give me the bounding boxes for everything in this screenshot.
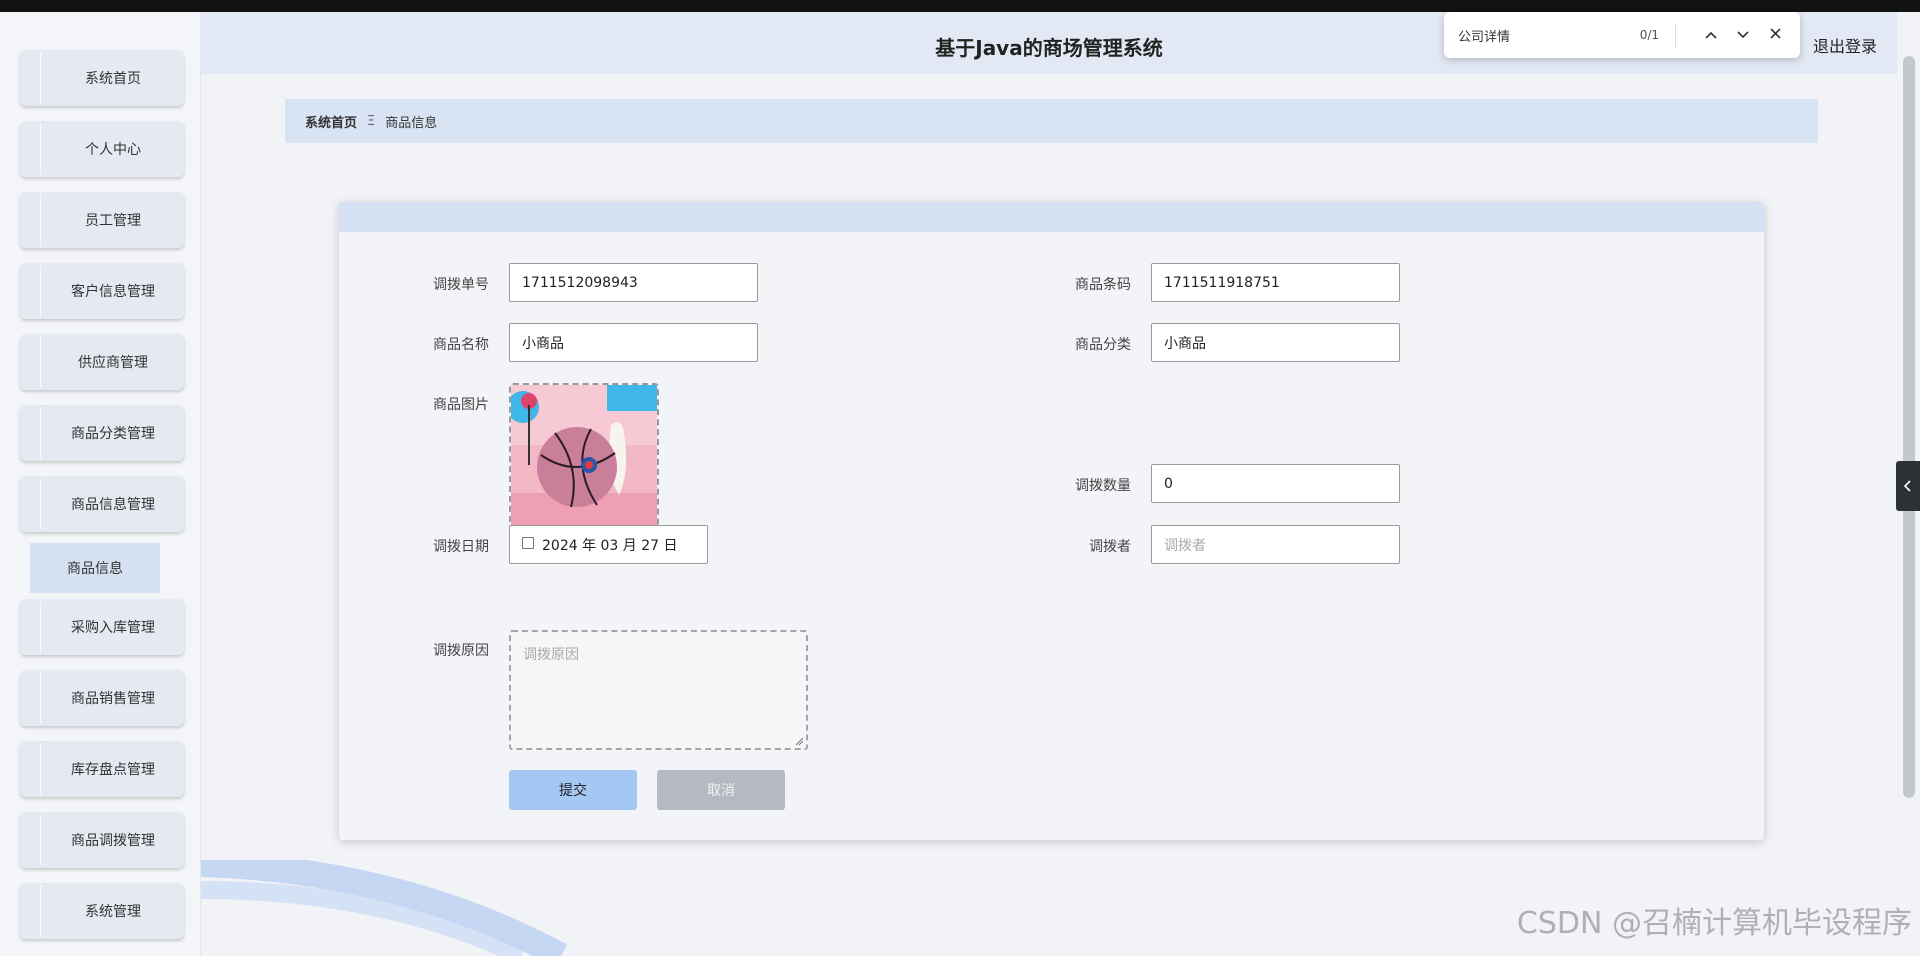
basketball-image — [511, 385, 657, 531]
reason-label: 调拨原因 — [433, 643, 489, 659]
product-image-upload[interactable] — [509, 383, 659, 533]
sidebar-item-label: 员工管理 — [85, 213, 141, 229]
chevron-up-icon[interactable] — [1700, 27, 1722, 43]
sidebar-item-label: 系统管理 — [85, 904, 141, 920]
breadcrumb-separator: Ξ — [367, 113, 376, 129]
decorative-wave — [201, 860, 568, 956]
panel-header — [339, 202, 1764, 232]
sidebar-item-label: 客户信息管理 — [71, 284, 155, 300]
chevron-down-icon[interactable] — [1732, 27, 1754, 43]
sidebar-item-customers[interactable]: 客户信息管理 — [20, 263, 184, 319]
sidebar-item-system[interactable]: 系统管理 — [20, 883, 184, 939]
order-no-input[interactable]: 1711512098943 — [509, 263, 758, 302]
barcode-label: 商品条码 — [1075, 277, 1131, 293]
sidebar-item-home[interactable]: 系统首页 — [20, 50, 184, 106]
product-image-label: 商品图片 — [433, 397, 489, 413]
sidebar-item-suppliers[interactable]: 供应商管理 — [20, 334, 184, 390]
sidebar-item-products[interactable]: 商品信息管理 — [20, 476, 184, 532]
transfer-date-input[interactable]: 2024 年 03 月 27 日 — [509, 525, 708, 564]
calendar-icon — [522, 536, 534, 549]
chevron-left-icon — [1904, 480, 1911, 492]
sidebar-item-transfers[interactable]: 商品调拨管理 — [20, 812, 184, 868]
quantity-label: 调拨数量 — [1075, 478, 1131, 494]
breadcrumb-current: 商品信息 — [385, 115, 438, 131]
barcode-input[interactable]: 1711511918751 — [1151, 263, 1400, 302]
sidebar-item-employees[interactable]: 员工管理 — [20, 192, 184, 248]
sidebar-item-label: 商品信息管理 — [71, 497, 155, 513]
transfer-date-value: 2024 年 03 月 27 日 — [542, 537, 678, 554]
find-match-count: 0/1 — [1639, 28, 1659, 42]
sidebar-item-inventory[interactable]: 库存盘点管理 — [20, 741, 184, 797]
sidebar-item-categories[interactable]: 商品分类管理 — [20, 405, 184, 461]
sidebar-item-label: 个人中心 — [85, 142, 141, 158]
sidebar-item-label: 系统首页 — [85, 71, 141, 87]
find-input[interactable]: 公司详情 — [1458, 26, 1640, 45]
product-name-input[interactable]: 小商品 — [509, 323, 758, 362]
reason-textarea[interactable]: 调拨原因 — [509, 630, 808, 750]
sidebar-item-personal-center[interactable]: 个人中心 — [20, 121, 184, 177]
operator-input[interactable]: 调拨者 — [1151, 525, 1400, 564]
scrollbar-thumb[interactable] — [1903, 56, 1915, 798]
operator-label: 调拨者 — [1089, 539, 1131, 555]
sidebar-item-label: 商品调拨管理 — [71, 833, 155, 849]
sidebar-item-label: 采购入库管理 — [71, 620, 155, 636]
sidebar-item-purchase[interactable]: 采购入库管理 — [20, 599, 184, 655]
order-no-label: 调拨单号 — [433, 277, 489, 293]
product-name-label: 商品名称 — [433, 337, 489, 353]
reason-placeholder: 调拨原因 — [523, 647, 579, 663]
sidebar-subitem-product-info[interactable]: 商品信息 — [30, 543, 160, 593]
sidebar-item-label: 库存盘点管理 — [71, 762, 155, 778]
sidebar-item-label: 商品销售管理 — [71, 691, 155, 707]
sidebar-subitem-label: 商品信息 — [67, 561, 123, 577]
transfer-date-label: 调拨日期 — [433, 539, 489, 555]
sidebar: 系统首页 个人中心 员工管理 客户信息管理 供应商管理 商品分类管理 商品信息管… — [0, 12, 201, 956]
sidebar-item-sales[interactable]: 商品销售管理 — [20, 670, 184, 726]
top-strip — [0, 0, 1920, 12]
sidebar-item-label: 商品分类管理 — [71, 426, 155, 442]
collapse-panel-button[interactable] — [1896, 461, 1920, 511]
category-label: 商品分类 — [1075, 337, 1131, 353]
transfer-form-panel: 调拨单号 1711512098943 商品条码 1711511918751 商品… — [339, 202, 1764, 840]
close-icon[interactable] — [1764, 27, 1786, 43]
find-divider — [1675, 23, 1676, 47]
find-bar: 公司详情 0/1 — [1444, 12, 1800, 58]
logout-link[interactable]: 退出登录 — [1813, 33, 1877, 57]
watermark: CSDN @召楠计算机毕设程序 — [1516, 906, 1912, 941]
submit-button[interactable]: 提交 — [509, 770, 637, 810]
cancel-button[interactable]: 取消 — [657, 770, 785, 810]
breadcrumb-home[interactable]: 系统首页 — [305, 112, 357, 131]
resize-grip-icon[interactable] — [794, 736, 804, 746]
category-input[interactable]: 小商品 — [1151, 323, 1400, 362]
breadcrumb: 系统首页 Ξ 商品信息 — [285, 99, 1818, 143]
quantity-input[interactable]: 0 — [1151, 464, 1400, 503]
sidebar-item-label: 供应商管理 — [78, 355, 148, 371]
